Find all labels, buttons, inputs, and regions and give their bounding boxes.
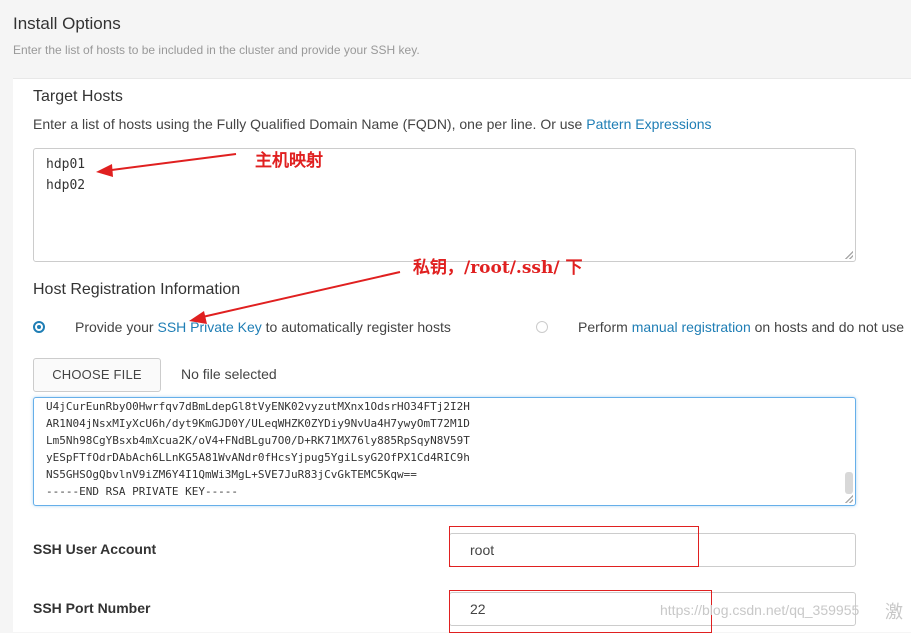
- watermark-text: https://blog.csdn.net/qq_359955: [660, 602, 860, 618]
- arrow-to-hosts-head: [96, 164, 113, 177]
- arrow-to-ssh-key: [197, 271, 401, 319]
- arrow-to-ssh-key-head: [189, 311, 207, 324]
- watermark-extra: 激: [885, 602, 903, 622]
- annotation-arrows: [96, 153, 401, 324]
- arrow-to-hosts: [103, 153, 237, 172]
